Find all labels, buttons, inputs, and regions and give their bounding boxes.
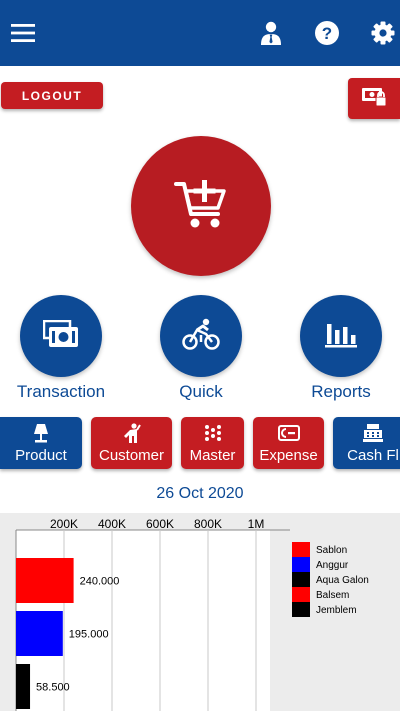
tab-expense-label: Expense (259, 447, 318, 464)
app-root: ? LOGOUT Transaction Quick Reports Produ… (0, 0, 400, 711)
x-tick-label: 800K (194, 517, 222, 531)
quick-label: Quick (179, 382, 223, 401)
legend-swatch (292, 572, 310, 587)
legend-swatch (292, 557, 310, 572)
tab-master[interactable]: Master (181, 417, 244, 469)
new-sale-cart-button[interactable] (131, 136, 271, 276)
tab-customer-label: Customer (98, 447, 165, 464)
bar-data-label: 195.000 (69, 629, 109, 641)
svg-text:?: ? (322, 24, 332, 43)
money-icon (42, 319, 79, 353)
report-date: 26 Oct 2020 (156, 485, 244, 502)
cart-add-icon (174, 178, 228, 235)
tab-cash-flow-label: Cash Fl (347, 447, 399, 464)
user-profile-icon[interactable] (256, 18, 286, 48)
legend-swatch (292, 542, 310, 557)
top-app-bar: ? (0, 0, 400, 66)
bar-data-label: 240.000 (80, 576, 120, 588)
bar-sablon (16, 558, 74, 603)
bar-anggur (16, 611, 63, 656)
x-tick-label: 1M (248, 517, 265, 531)
logout-button[interactable]: LOGOUT (1, 82, 103, 109)
x-tick-label: 600K (146, 517, 174, 531)
bar-aqua-galon (16, 664, 31, 709)
reports-button[interactable] (300, 295, 382, 377)
legend-label: Anggur (316, 560, 349, 571)
legend-swatch (292, 602, 310, 617)
dots-grid-icon (181, 423, 244, 443)
transaction-button[interactable] (20, 295, 102, 377)
tab-product-label: Product (15, 447, 67, 464)
transaction-label: Transaction (16, 382, 106, 401)
quick-button[interactable] (160, 295, 242, 377)
bar-data-label: 58.500 (36, 682, 70, 694)
legend-label: Balsem (316, 590, 349, 601)
sales-bar-chart: 200K 400K 600K 800K 1M 240.000 195.000 58.500 Sa… (0, 513, 400, 711)
legend-label: Aqua Galon (316, 575, 369, 586)
legend-swatch (292, 587, 310, 602)
hamburger-menu-icon[interactable] (8, 18, 38, 48)
lamp-icon (0, 423, 82, 443)
help-circle-icon[interactable]: ? (312, 18, 342, 48)
tab-product[interactable]: Product (0, 417, 82, 469)
gear-icon[interactable] (368, 18, 398, 48)
legend-label: Jemblem (316, 605, 357, 616)
cash-register-lock-icon (360, 85, 388, 112)
bar-chart-icon (325, 320, 357, 353)
cash-register-icon (333, 423, 400, 443)
wallet-icon (253, 423, 324, 443)
cash-register-lock-button[interactable] (348, 78, 400, 119)
chart-svg: 200K 400K 600K 800K 1M 240.000 195.000 58.500 Sa… (15, 517, 369, 711)
x-tick-label: 400K (98, 517, 126, 531)
tab-customer[interactable]: Customer (91, 417, 172, 469)
x-tick-label: 200K (50, 517, 78, 531)
tab-cash-flow[interactable]: Cash Fl (333, 417, 400, 469)
legend-label: Sablon (316, 545, 347, 556)
tab-master-label: Master (189, 447, 236, 464)
person-icon (91, 423, 172, 443)
reports-label: Reports (311, 382, 371, 401)
cyclist-icon (182, 318, 220, 355)
tab-expense[interactable]: Expense (253, 417, 324, 469)
